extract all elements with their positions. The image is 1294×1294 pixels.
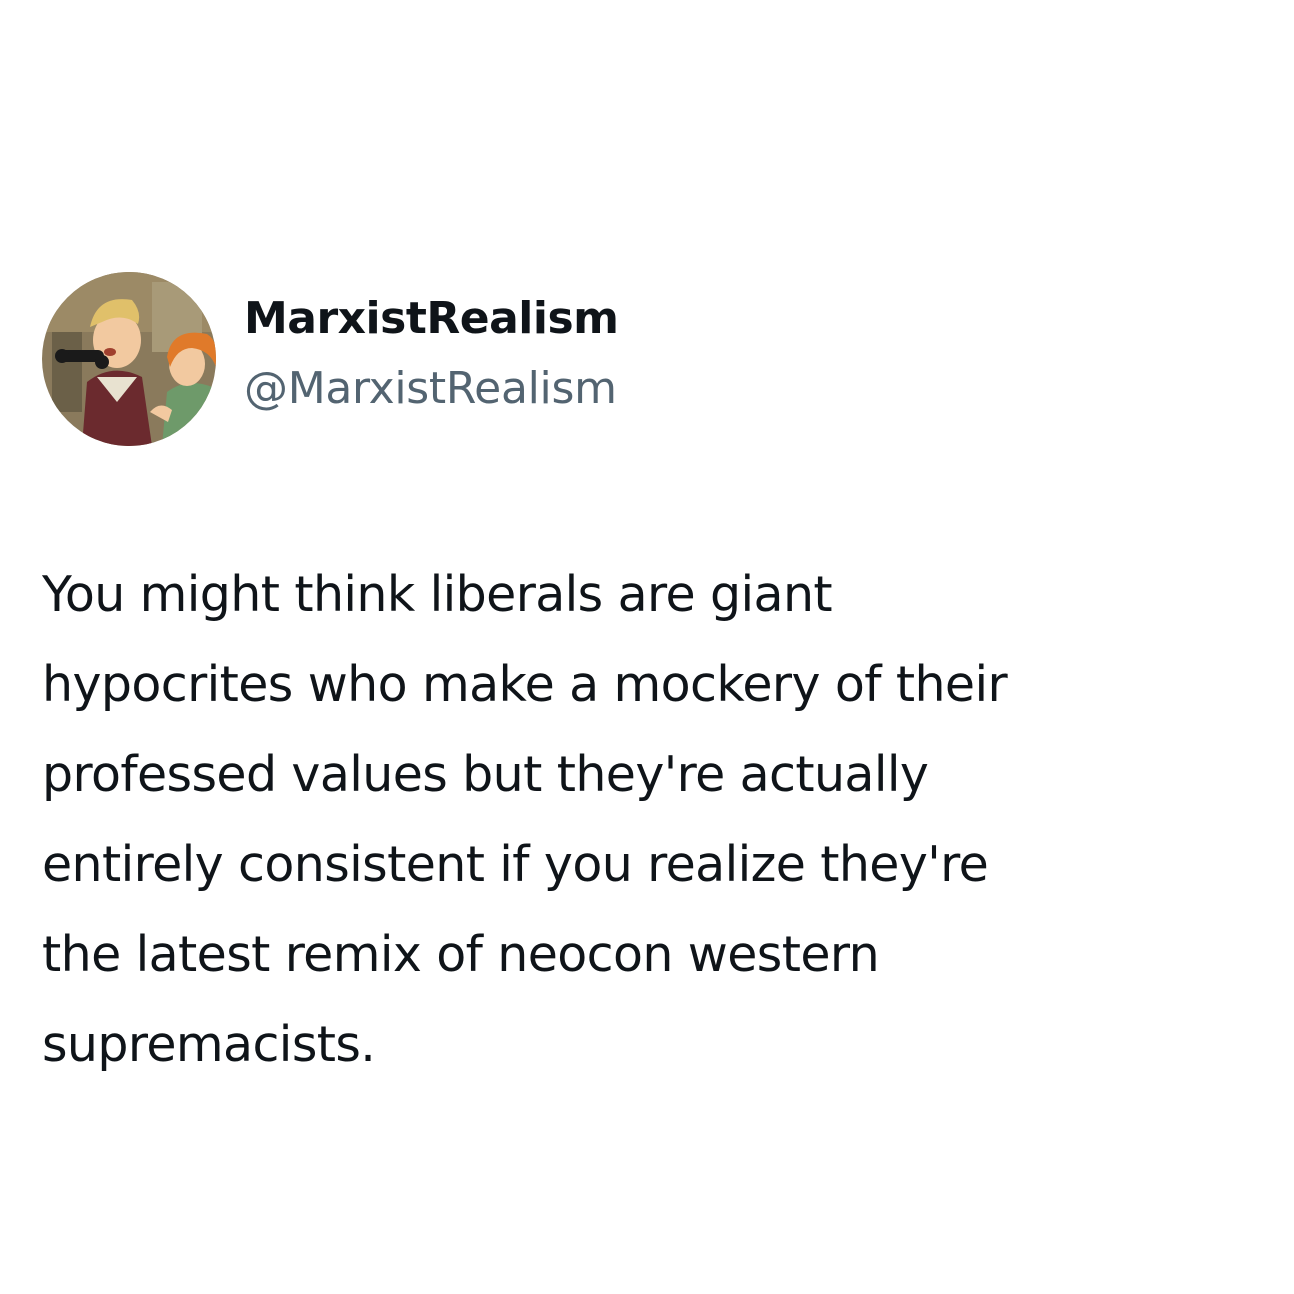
tweet-header: MarxistRealism @MarxistRealism — [42, 272, 619, 446]
tweet-text-line: You might think liberals are giant — [42, 566, 833, 623]
tweet-text-line: entirely consistent if you realize they'… — [42, 836, 989, 893]
display-name[interactable]: MarxistRealism — [244, 289, 619, 349]
tweet-text-line: supremacists. — [42, 1016, 376, 1073]
tweet-text-line: professed values but they're actually — [42, 746, 929, 803]
tweet-text-line: hypocrites who make a mockery of their — [42, 656, 1008, 713]
cartoon-characters-avatar-icon — [42, 272, 216, 446]
tweet-card: MarxistRealism @MarxistRealism You might… — [0, 0, 1294, 1294]
user-handle[interactable]: @MarxistRealism — [244, 359, 618, 419]
avatar[interactable] — [42, 272, 216, 446]
tweet-text-line: the latest remix of neocon western — [42, 926, 880, 983]
tweet-text: You might think liberals are giant hypoc… — [42, 550, 1242, 1090]
author-names: MarxistRealism @MarxistRealism — [244, 289, 619, 419]
